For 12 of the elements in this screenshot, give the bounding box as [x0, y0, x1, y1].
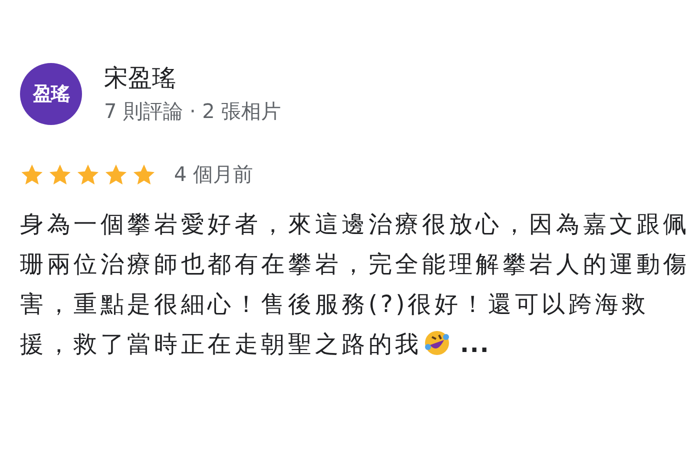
reviewer-stats: 7 則評論 · 2 張相片 [104, 98, 282, 125]
more-link[interactable]: ... [460, 330, 490, 358]
review-time: 4 個月前 [174, 161, 254, 188]
star-icon [20, 162, 44, 186]
star-icon [104, 162, 128, 186]
avatar: 盈瑤 [20, 62, 82, 124]
star-icon [76, 162, 100, 186]
reviewer-name: 宋盈瑤 [104, 63, 177, 94]
laughing-emoji-icon [424, 330, 450, 356]
star-icon [132, 162, 156, 186]
star-icon [48, 162, 72, 186]
review-text: 身為一個攀岩愛好者，來這邊治療很放心，因為嘉文跟佩珊兩位治療師也都有在攀岩，完全能理解攀岩人的運動傷害，重點是很細心！售後服務(?)很好！還可以跨海救援，救了當時正在走朝聖之路的我 ... [20, 209, 691, 360]
